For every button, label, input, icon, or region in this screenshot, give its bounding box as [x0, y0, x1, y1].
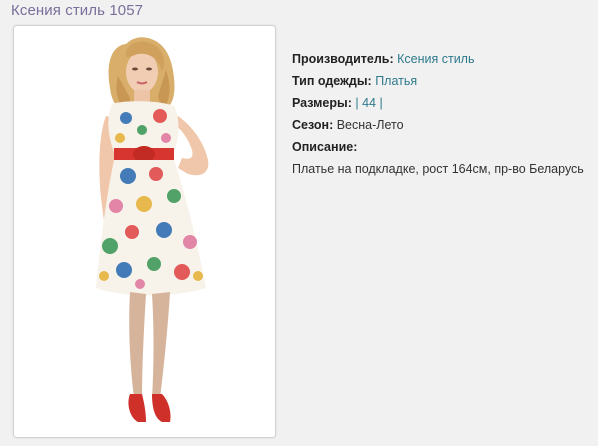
spec-sizes-label: Размеры: — [292, 96, 352, 110]
spec-description: Описание: — [292, 136, 584, 158]
spec-manufacturer-label: Производитель: — [292, 52, 394, 66]
spec-season-value: Весна-Лето — [336, 118, 404, 132]
manufacturer-link[interactable]: Ксения стиль — [397, 52, 474, 66]
sizes-separator-left: | — [355, 96, 359, 110]
spec-sizes: Размеры: | 44 | — [292, 92, 584, 114]
product-title: Ксения стиль 1057 — [11, 2, 144, 19]
spec-manufacturer: Производитель: Ксения стиль — [292, 48, 584, 70]
spec-description-label: Описание: — [292, 140, 358, 154]
size-44-link[interactable]: 44 — [362, 96, 376, 110]
product-specs: Производитель: Ксения стиль Тип одежды: … — [292, 48, 584, 180]
spec-description-text: Платье на подкладке, рост 164см, пр-во Б… — [292, 162, 584, 176]
product-page: Ксения стиль 1057 Производитель: Ксения … — [0, 0, 598, 446]
spec-clothing-type: Тип одежды: Платья — [292, 70, 584, 92]
spec-season: Сезон: Весна-Лето — [292, 114, 584, 136]
spec-season-label: Сезон: — [292, 118, 334, 132]
product-photo-frame[interactable] — [13, 25, 276, 438]
spec-clothing-type-label: Тип одежды: — [292, 74, 372, 88]
sizes-separator-right: | — [379, 96, 383, 110]
clothing-type-link[interactable]: Платья — [375, 74, 417, 88]
product-photo[interactable] — [14, 26, 275, 437]
